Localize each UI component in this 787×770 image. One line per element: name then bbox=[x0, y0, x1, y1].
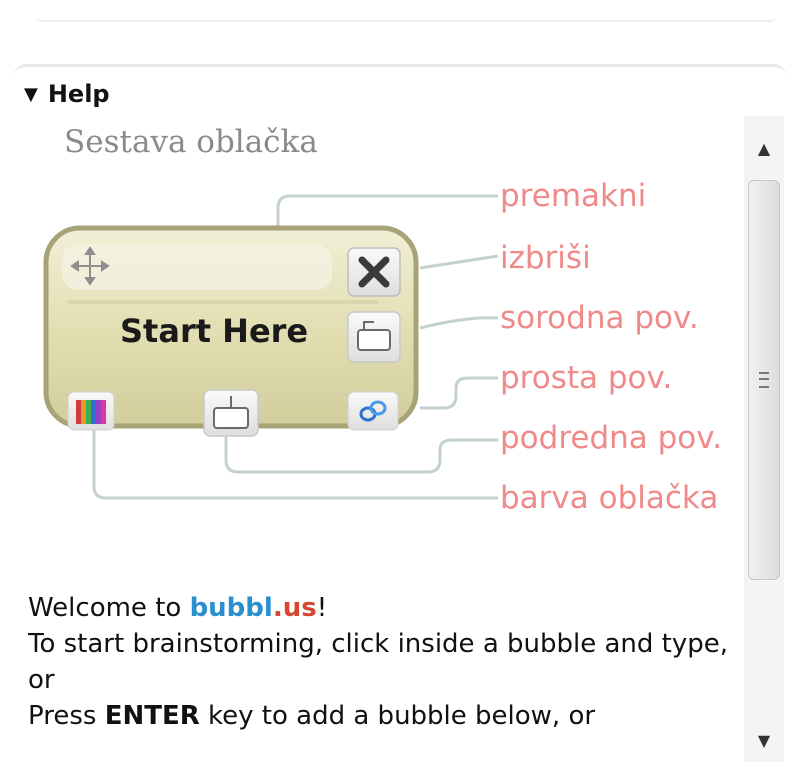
sibling-bubble-button[interactable] bbox=[347, 311, 401, 363]
delete-button[interactable] bbox=[347, 247, 401, 297]
welcome-prefix: Welcome to bbox=[28, 593, 190, 623]
scroll-down-icon[interactable]: ▼ bbox=[744, 722, 784, 758]
child-bubble-button[interactable] bbox=[203, 389, 259, 437]
help-content: Sestava oblačka Start Here premakni izbr… bbox=[28, 116, 740, 756]
color-palette-button[interactable] bbox=[67, 391, 115, 431]
brand-name: bubbl bbox=[189, 593, 273, 623]
callout-color: barva oblačka bbox=[500, 480, 719, 516]
link-button[interactable] bbox=[347, 391, 399, 431]
bubble-label[interactable]: Start Here bbox=[120, 312, 308, 350]
connector-sibling bbox=[419, 316, 499, 330]
connector-delete bbox=[419, 254, 499, 270]
welcome-text: Welcome to bubbl.us! To start brainstorm… bbox=[28, 590, 740, 734]
triangle-down-icon[interactable]: ▼ bbox=[24, 84, 38, 105]
top-divider bbox=[36, 14, 776, 22]
welcome-suffix: ! bbox=[316, 593, 328, 623]
help-title: Help bbox=[47, 80, 110, 108]
enter-key: ENTER bbox=[104, 701, 200, 731]
brand-tld: .us bbox=[272, 593, 317, 623]
scroll-thumb[interactable] bbox=[748, 180, 780, 580]
callout-delete: izbriši bbox=[500, 240, 591, 276]
connector-move bbox=[276, 194, 498, 226]
color-palette-icon bbox=[76, 400, 106, 424]
callout-child: podredna pov. bbox=[500, 420, 723, 456]
callout-link: prosta pov. bbox=[500, 360, 673, 396]
callout-sibling: sorodna pov. bbox=[500, 300, 699, 336]
connector-link bbox=[420, 376, 498, 410]
vertical-scrollbar[interactable]: ▲ ▼ bbox=[744, 116, 784, 762]
enter-suffix: key to add a bubble below, or bbox=[199, 701, 596, 731]
enter-instruction-line: Press ENTER key to add a bubble below, o… bbox=[28, 698, 740, 734]
callout-move: premakni bbox=[500, 178, 647, 214]
help-section-header[interactable]: ▼ Help bbox=[24, 76, 764, 112]
welcome-line: Welcome to bubbl.us! bbox=[28, 590, 740, 626]
bubble-divider bbox=[68, 300, 378, 304]
grip-icon bbox=[759, 372, 769, 388]
scroll-up-icon[interactable]: ▲ bbox=[744, 130, 784, 166]
enter-prefix: Press bbox=[28, 701, 105, 731]
instruction-line: To start brainstorming, click inside a b… bbox=[28, 629, 729, 695]
connector-color bbox=[92, 421, 498, 500]
